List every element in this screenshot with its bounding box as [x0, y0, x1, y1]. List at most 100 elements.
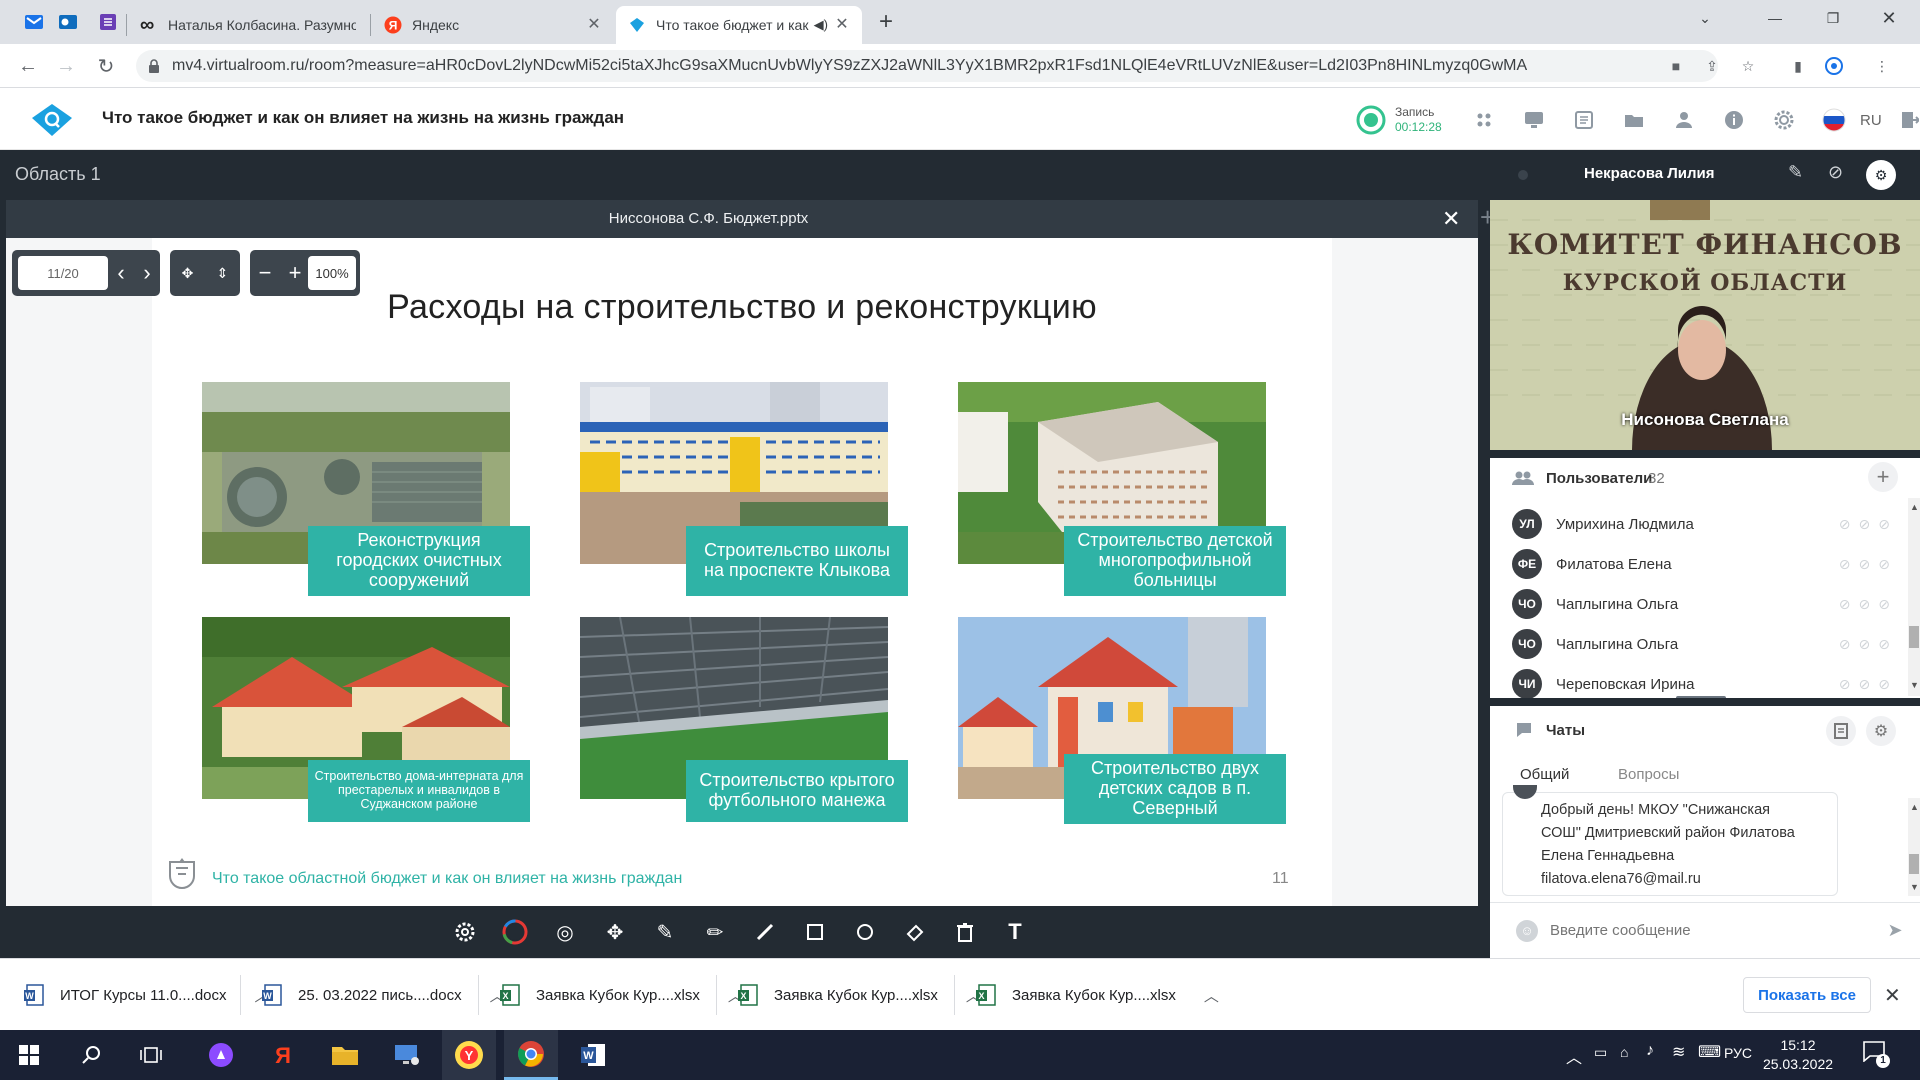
pencil-tool-button[interactable]: ✏	[690, 908, 740, 956]
page-indicator[interactable]: 11/20	[18, 256, 108, 290]
menu-icon[interactable]: ⋮	[1870, 54, 1894, 78]
camera-off-icon[interactable]: ⊘	[1859, 636, 1871, 653]
tab-close-icon[interactable]: ✕	[834, 17, 850, 33]
download-item[interactable]: X Заявка Кубок Кур....xlsx ︿	[500, 975, 743, 1015]
chat-scrollbar[interactable]: ▲ ▼	[1908, 798, 1920, 896]
chat-message-input[interactable]	[1550, 915, 1870, 946]
camera-off-icon[interactable]: ⊘	[1859, 596, 1871, 613]
show-all-downloads-button[interactable]: Показать все	[1743, 977, 1871, 1013]
exit-icon[interactable]	[1900, 106, 1920, 134]
color-picker-button[interactable]	[490, 908, 540, 956]
camera-off-icon[interactable]: ⊘	[1859, 676, 1871, 693]
bookmark-star-icon[interactable]: ☆	[1736, 54, 1760, 78]
extension-icon[interactable]	[1822, 54, 1846, 78]
rectangle-tool-button[interactable]	[790, 908, 840, 956]
maximize-button[interactable]: ❐	[1810, 0, 1856, 36]
tab-close-icon[interactable]: ✕	[586, 17, 602, 33]
taskbar-alice[interactable]	[194, 1030, 248, 1080]
record-icon[interactable]	[1356, 105, 1386, 135]
mic-off-icon[interactable]: ⊘	[1839, 556, 1851, 573]
close-downloads-icon[interactable]: ✕	[1884, 983, 1901, 1008]
folder-icon[interactable]	[1620, 106, 1648, 134]
users-icon[interactable]	[1670, 106, 1698, 134]
mic-off-icon[interactable]: ⊘	[1839, 676, 1851, 693]
new-tab-button[interactable]: +	[866, 6, 906, 38]
grid-icon[interactable]	[1470, 106, 1498, 134]
url-text[interactable]: mv4.virtualroom.ru/room?measure=aHR0cDov…	[172, 57, 1527, 75]
taskbar-yandex-browser[interactable]: Y	[442, 1030, 496, 1080]
emoji-icon[interactable]: ☺	[1516, 919, 1538, 942]
notifications-button[interactable]: 1	[1862, 1040, 1892, 1070]
user-list-item[interactable]: ЧО Чаплыгина Ольга ⊘ ⊘ ⊘	[1490, 624, 1900, 664]
pinned-tab-notes[interactable]	[88, 6, 128, 38]
tab-yandex[interactable]: Я Яндекс ✕	[372, 6, 614, 44]
zoom-out-button[interactable]: −	[250, 250, 280, 296]
add-user-button[interactable]: +	[1868, 462, 1898, 492]
info-icon[interactable]	[1720, 106, 1748, 134]
zoom-level[interactable]: 100%	[308, 256, 356, 290]
taskbar-yandex[interactable]: Я	[256, 1030, 310, 1080]
clear-button[interactable]	[940, 908, 990, 956]
camera-off-icon[interactable]: ⊘	[1828, 162, 1843, 183]
battery-icon[interactable]: ▭	[1594, 1044, 1607, 1061]
taskbar-word[interactable]: W	[566, 1030, 620, 1080]
ellipse-tool-button[interactable]	[840, 908, 890, 956]
volume-icon[interactable]: ♪	[1646, 1042, 1654, 1060]
fit-page-button[interactable]: ✥	[170, 250, 205, 296]
user-list-item[interactable]: ФЕ Филатова Елена ⊘ ⊘ ⊘	[1490, 544, 1900, 584]
video-feed[interactable]: КОМИТЕТ ФИНАНСОВ КУРСКОЙ ОБЛАСТИ Нисонов…	[1490, 200, 1920, 450]
start-button[interactable]	[2, 1030, 56, 1080]
pointer-tool-button[interactable]: ◎	[540, 908, 590, 956]
draw-settings-button[interactable]	[440, 908, 490, 956]
eraser-tool-button[interactable]	[890, 908, 940, 956]
forward-button[interactable]: →	[52, 52, 80, 80]
search-button[interactable]	[64, 1030, 118, 1080]
mic-off-icon[interactable]: ⊘	[1839, 596, 1851, 613]
close-window-button[interactable]: ✕	[1866, 0, 1912, 36]
screen-off-icon[interactable]: ⊘	[1878, 676, 1890, 693]
back-button[interactable]: ←	[14, 52, 42, 80]
prev-page-button[interactable]: ‹	[108, 250, 134, 296]
user-list-item[interactable]: ЧО Чаплыгина Ольга ⊘ ⊘ ⊘	[1490, 584, 1900, 624]
download-item[interactable]: X Заявка Кубок Кур....xlsx ︿	[976, 975, 1219, 1015]
lock-icon[interactable]	[136, 59, 172, 73]
close-document-icon[interactable]: ✕	[1442, 206, 1460, 232]
chat-settings-button[interactable]: ⚙	[1866, 716, 1896, 746]
russian-flag-icon[interactable]	[1820, 106, 1848, 134]
tab-chat-general[interactable]: Общий	[1520, 766, 1569, 783]
taskbar-monitor[interactable]	[380, 1030, 434, 1080]
line-tool-button[interactable]	[740, 908, 790, 956]
scroll-thumb[interactable]	[1909, 626, 1919, 648]
download-item[interactable]: W 25. 03.2022 пись....docx ︿	[262, 975, 505, 1015]
document-icon[interactable]	[1570, 106, 1598, 134]
tab-search-button[interactable]: ⌄	[1682, 0, 1728, 36]
screen-share-icon[interactable]	[1520, 106, 1548, 134]
tab-active-budget[interactable]: Что такое бюджет и как он ◀) ✕	[616, 6, 862, 44]
tray-expand-icon[interactable]: ︿	[1566, 1044, 1582, 1068]
language-label[interactable]: RU	[1860, 112, 1882, 129]
screen-off-icon[interactable]: ⊘	[1878, 556, 1890, 573]
network-icon[interactable]: ⌂	[1620, 1044, 1628, 1060]
clock[interactable]: 15:12 25.03.2022	[1758, 1036, 1838, 1074]
send-icon[interactable]: ➤	[1880, 916, 1910, 946]
settings-gear-icon[interactable]	[1770, 106, 1798, 134]
text-tool-button[interactable]: T	[990, 908, 1040, 956]
download-item[interactable]: W ИТОГ Курсы 11.0....docx ︿	[24, 975, 270, 1015]
mic-off-icon[interactable]: ⊘	[1839, 636, 1851, 653]
chevron-up-icon[interactable]: ︿	[1204, 985, 1219, 1006]
move-tool-button[interactable]: ✥	[590, 908, 640, 956]
tab-chat-questions[interactable]: Вопросы	[1618, 766, 1679, 783]
camera-off-icon[interactable]: ⊘	[1859, 516, 1871, 533]
scroll-up-icon[interactable]: ▲	[1910, 802, 1919, 812]
mic-off-icon[interactable]: ⊘	[1839, 516, 1851, 533]
scroll-thumb[interactable]	[1909, 854, 1919, 874]
taskbar-chrome[interactable]	[504, 1030, 558, 1080]
mic-off-icon[interactable]: ✎	[1788, 162, 1803, 183]
input-language[interactable]: РУС	[1724, 1045, 1752, 1061]
speaker-icon[interactable]: ◀)	[814, 17, 828, 33]
chat-export-button[interactable]	[1826, 716, 1856, 746]
camera-icon[interactable]: ■	[1664, 54, 1688, 78]
zoom-in-button[interactable]: +	[280, 250, 310, 296]
users-scrollbar[interactable]: ▲ ▼	[1908, 498, 1920, 696]
camera-off-icon[interactable]: ⊘	[1859, 556, 1871, 573]
